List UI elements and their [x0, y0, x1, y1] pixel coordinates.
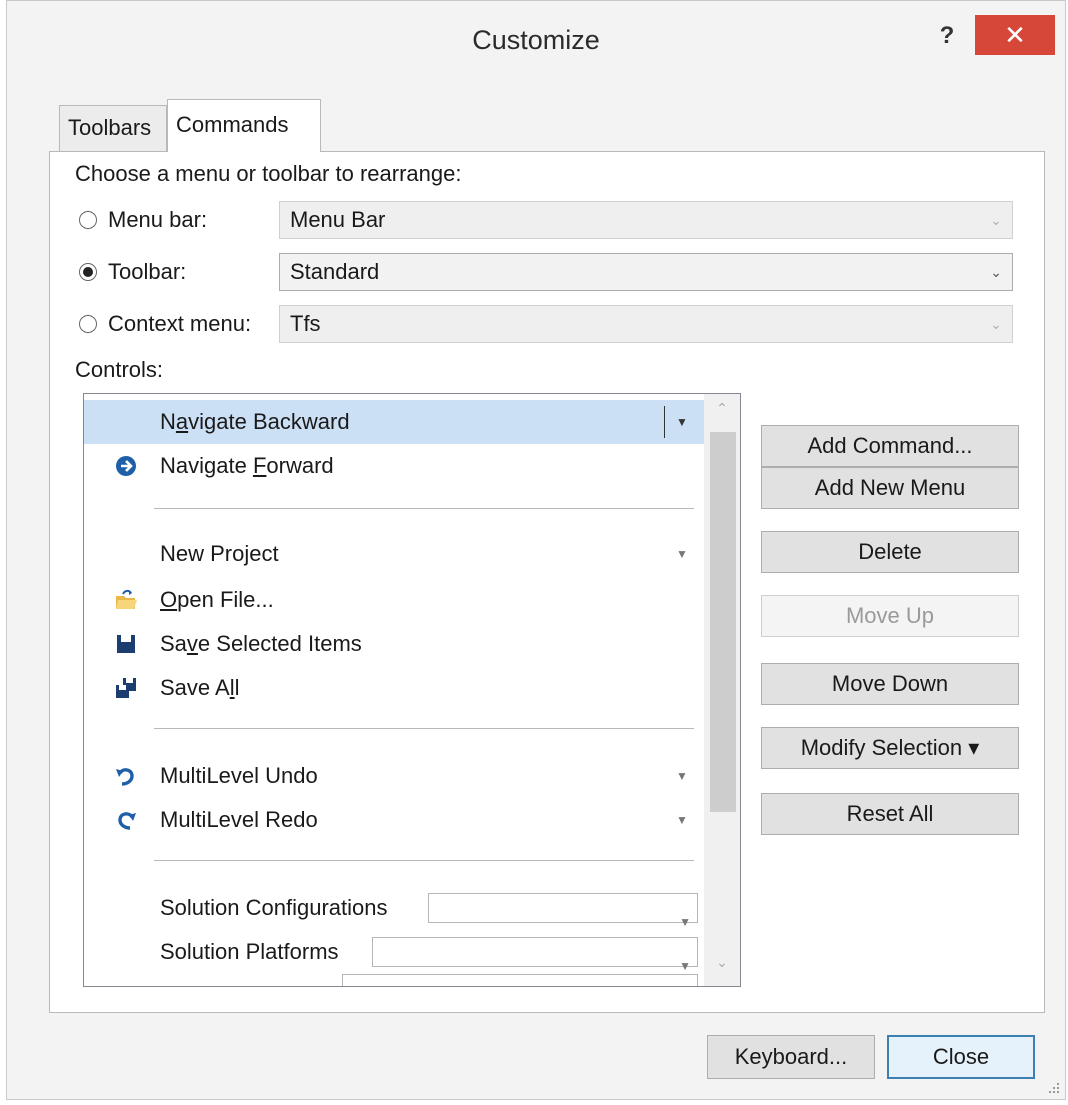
split-separator	[664, 406, 665, 438]
toolbar-label: Toolbar:	[108, 259, 187, 284]
vertical-scrollbar[interactable]: ⌃ ⌄	[704, 394, 740, 986]
dropdown-arrow-icon[interactable]: ▼	[676, 400, 688, 444]
customize-dialog: Customize ? ✕ Toolbars Commands Choose a…	[6, 0, 1066, 1100]
list-item[interactable]: Navigate Forward	[84, 444, 704, 488]
dialog-title: Customize	[472, 25, 600, 55]
dropdown-arrow-icon[interactable]: ▼	[676, 798, 688, 842]
list-item-label: Open File...	[160, 587, 274, 612]
chevron-down-icon: ⌄	[990, 264, 1002, 280]
menu-bar-label: Menu bar:	[108, 207, 208, 232]
chevron-down-icon: ⌄	[990, 316, 1002, 332]
modify-selection-button[interactable]: Modify Selection ▾	[761, 727, 1019, 769]
list-item-label: Solution Configurations	[160, 895, 388, 920]
partial-combo[interactable]	[342, 974, 698, 986]
list-item[interactable]: Save All	[84, 666, 704, 710]
save-all-icon	[116, 678, 136, 698]
context-menu-combo[interactable]: Tfs ⌄	[279, 305, 1013, 343]
close-button[interactable]: Close	[887, 1035, 1035, 1079]
scroll-thumb[interactable]	[710, 432, 736, 812]
menu-bar-combo[interactable]: Menu Bar ⌄	[279, 201, 1013, 239]
move-up-button[interactable]: Move Up	[761, 595, 1019, 637]
list-item[interactable]: MultiLevel Undo ▼	[84, 754, 704, 798]
list-item-label: MultiLevel Undo	[160, 763, 318, 788]
controls-label: Controls:	[75, 357, 164, 382]
undo-icon	[116, 768, 134, 786]
save-icon	[117, 635, 135, 653]
move-down-button[interactable]: Move Down	[761, 663, 1019, 705]
controls-list[interactable]: Navigate Backward ▼ Navigate Forward New…	[83, 393, 741, 987]
separator	[154, 860, 694, 861]
list-item[interactable]: Solution Platforms ▼	[84, 930, 704, 974]
toolbar-combo[interactable]: Standard ⌄	[279, 253, 1013, 291]
context-menu-combo-value: Tfs	[290, 311, 321, 336]
menu-bar-combo-value: Menu Bar	[290, 207, 386, 232]
scroll-up-icon[interactable]: ⌃	[704, 400, 740, 417]
context-menu-radio[interactable]	[79, 315, 97, 333]
separator	[154, 508, 694, 509]
list-item[interactable]: Open File...	[84, 578, 704, 622]
list-item-label: Save Selected Items	[160, 631, 362, 656]
dropdown-arrow-icon[interactable]: ▼	[676, 532, 688, 576]
scroll-down-icon[interactable]: ⌄	[704, 954, 740, 971]
choose-label: Choose a menu or toolbar to rearrange:	[75, 161, 462, 186]
delete-button[interactable]: Delete	[761, 531, 1019, 573]
navigate-forward-icon	[116, 456, 136, 476]
separator	[154, 728, 694, 729]
solution-configurations-combo[interactable]: ▼	[428, 893, 698, 929]
toolbar-combo-value: Standard	[290, 259, 380, 284]
resize-grip-icon[interactable]	[1047, 1081, 1061, 1095]
list-item[interactable]: Save Selected Items	[84, 622, 704, 666]
chevron-down-icon: ⌄	[990, 212, 1002, 228]
keyboard-button[interactable]: Keyboard...	[707, 1035, 875, 1079]
open-file-icon	[116, 589, 137, 609]
tab-toolbars[interactable]: Toolbars	[59, 105, 167, 151]
close-window-button[interactable]: ✕	[975, 15, 1055, 55]
toolbar-radio[interactable]	[79, 263, 97, 281]
add-command-button[interactable]: Add Command...	[761, 425, 1019, 467]
list-item-label: Navigate Forward	[160, 453, 334, 478]
list-item[interactable]: MultiLevel Redo ▼	[84, 798, 704, 842]
list-item[interactable]: Navigate Backward ▼	[84, 400, 704, 444]
list-item-label: MultiLevel Redo	[160, 807, 318, 832]
list-item-label: Navigate Backward	[160, 409, 350, 434]
add-new-menu-button[interactable]: Add New Menu	[761, 467, 1019, 509]
list-item-label: Solution Platforms	[160, 939, 339, 964]
help-button[interactable]: ?	[929, 19, 965, 55]
list-item[interactable]: New Project ▼	[84, 532, 704, 576]
tab-commands[interactable]: Commands	[167, 99, 321, 152]
list-item[interactable]: Solution Configurations ▼	[84, 886, 704, 930]
list-item-label: Save All	[160, 675, 240, 700]
redo-icon	[118, 812, 136, 830]
menu-bar-radio[interactable]	[79, 211, 97, 229]
title-bar: Customize ? ✕	[7, 1, 1065, 89]
context-menu-label: Context menu:	[108, 311, 252, 336]
list-item-label: New Project	[160, 541, 279, 566]
dropdown-arrow-icon[interactable]: ▼	[676, 754, 688, 798]
reset-all-button[interactable]: Reset All	[761, 793, 1019, 835]
solution-platforms-combo[interactable]: ▼	[372, 937, 698, 973]
